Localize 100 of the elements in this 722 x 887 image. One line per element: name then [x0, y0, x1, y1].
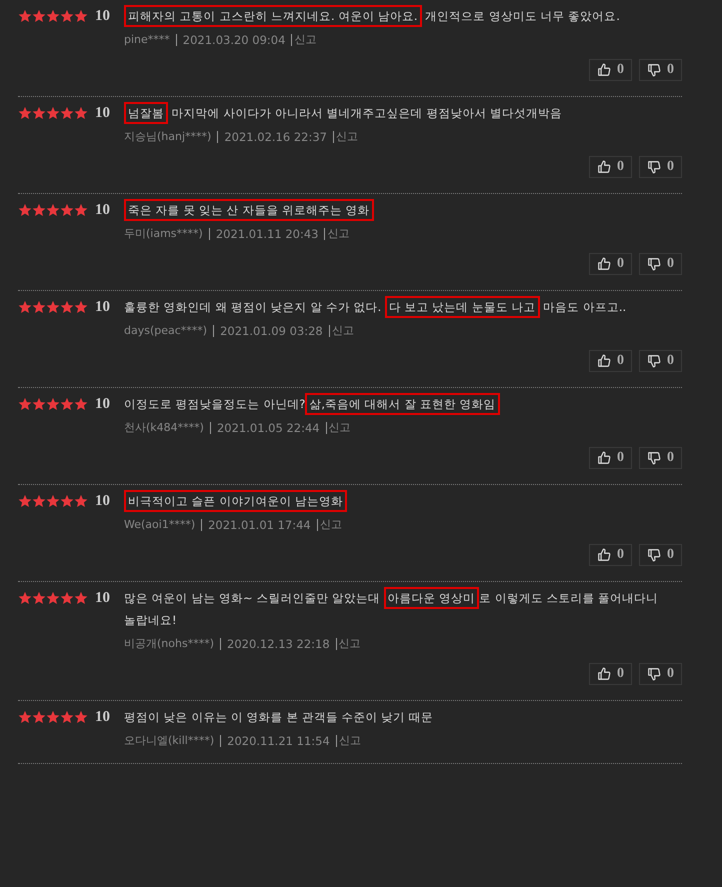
author-name: 천사(k484****) [124, 420, 204, 435]
report-link[interactable]: 신고 [327, 226, 350, 241]
dislike-button[interactable]: 0 [639, 156, 682, 178]
star-icon [74, 591, 88, 605]
thumbs-up-icon [597, 451, 611, 465]
report-link[interactable]: 신고 [294, 32, 316, 47]
star-icon [60, 106, 74, 120]
star-icon [46, 397, 60, 411]
report-link[interactable]: 신고 [332, 323, 354, 338]
review-text: 많은 여운이 남는 영화~ 스릴러인줄만 알았는대 아름다운 영상미 로 이렇게도 스토리를 풀어내다니 놀랍네요! [124, 587, 664, 631]
star-icon [60, 591, 74, 605]
star-icon [18, 300, 32, 314]
review-text: 비극적이고 슬픈 이야기여운이 남는영화 [124, 490, 664, 512]
star-icon [60, 300, 74, 314]
review-text: 이정도로 평점낮을정도는 아닌데? 삶,죽음에 대해서 잘 표현한 영화임 [124, 393, 664, 415]
like-button[interactable]: 0 [589, 350, 632, 372]
star-icon [74, 203, 88, 217]
star-icon [18, 203, 32, 217]
star-icon [74, 300, 88, 314]
star-icon [18, 494, 32, 508]
star-icon [46, 591, 60, 605]
author-name: 두미(iams****) [124, 226, 203, 241]
star-icon [46, 9, 60, 23]
star-icon [32, 203, 46, 217]
like-button[interactable]: 0 [589, 447, 632, 469]
review-date: 2021.01.01 17:44 [208, 518, 311, 532]
star-icon [32, 300, 46, 314]
thumbs-down-icon [647, 63, 661, 77]
thumbs-up-icon [597, 63, 611, 77]
thumbs-up-icon [597, 160, 611, 174]
star-icon [32, 591, 46, 605]
rating-score: 10 [95, 492, 110, 510]
author-name: pine**** [124, 33, 170, 46]
review-date: 2021.03.20 09:04 [182, 32, 286, 46]
thumbs-down-icon [647, 160, 661, 174]
report-link[interactable]: 신고 [336, 129, 358, 144]
like-button[interactable]: 0 [589, 663, 632, 685]
star-icon [60, 9, 74, 23]
author-name: We(aoi1****) [124, 518, 196, 531]
like-button[interactable]: 0 [589, 59, 632, 81]
star-icon [46, 710, 60, 724]
star-icon [60, 494, 74, 508]
report-link[interactable]: 신고 [338, 733, 361, 748]
review-date: 2020.11.21 11:54 [227, 734, 330, 748]
star-icon [74, 106, 88, 120]
review-date: 2020.12.13 22:18 [227, 636, 330, 650]
star-icon [32, 9, 46, 23]
author-name: 오다니엘(kill****) [124, 733, 214, 748]
report-link[interactable]: 신고 [320, 517, 342, 532]
rating-score: 10 [95, 590, 110, 606]
review-date: 2021.02.16 22:37 [224, 130, 327, 144]
thumbs-up-icon [597, 667, 611, 681]
rating-score: 10 [95, 708, 110, 726]
thumbs-down-icon [647, 667, 661, 681]
rating-score: 10 [95, 298, 110, 316]
star-icon [60, 203, 74, 217]
dislike-button[interactable]: 0 [639, 253, 682, 275]
star-icon [18, 710, 32, 724]
star-icon [46, 106, 60, 120]
thumbs-up-icon [597, 257, 611, 271]
star-icon [46, 494, 60, 508]
review-date: 2021.01.11 20:43 [216, 226, 318, 240]
star-icon [60, 397, 74, 411]
like-button[interactable]: 0 [589, 544, 632, 566]
star-icon [74, 494, 88, 508]
dislike-button[interactable]: 0 [639, 663, 682, 685]
star-icon [46, 300, 60, 314]
dislike-button[interactable]: 0 [639, 59, 682, 81]
star-icon [32, 397, 46, 411]
report-link[interactable]: 신고 [328, 420, 351, 435]
review-text: 죽은 자를 못 잊는 산 자들을 위로해주는 영화 [124, 199, 664, 221]
author-name: 비공개(nohs****) [124, 636, 214, 651]
author-name: days(peac****) [124, 324, 208, 337]
thumbs-down-icon [647, 354, 661, 368]
rating-score: 10 [95, 104, 110, 122]
thumbs-down-icon [647, 451, 661, 465]
star-icon [60, 710, 74, 724]
star-icon [74, 397, 88, 411]
rating-score: 10 [95, 8, 110, 24]
review-text: 넘잘봄 마지막에 사이다가 아니라서 별네개주고싶은데 평점낮아서 별다섯개박음 [124, 102, 664, 124]
star-icon [18, 9, 32, 23]
thumbs-up-icon [597, 354, 611, 368]
like-button[interactable]: 0 [589, 156, 632, 178]
star-icon [18, 106, 32, 120]
star-icon [74, 710, 88, 724]
star-icon [32, 106, 46, 120]
report-link[interactable]: 신고 [338, 636, 361, 651]
star-icon [32, 494, 46, 508]
star-icon [18, 591, 32, 605]
dislike-button[interactable]: 0 [639, 350, 682, 372]
star-icon [46, 203, 60, 217]
star-icon [18, 397, 32, 411]
dislike-button[interactable]: 0 [639, 544, 682, 566]
thumbs-down-icon [647, 257, 661, 271]
star-icon [74, 9, 88, 23]
dislike-button[interactable]: 0 [639, 447, 682, 469]
like-button[interactable]: 0 [589, 253, 632, 275]
review-date: 2021.01.09 03:28 [220, 324, 323, 338]
rating-score: 10 [95, 396, 110, 412]
review-date: 2021.01.05 22:44 [216, 420, 320, 434]
